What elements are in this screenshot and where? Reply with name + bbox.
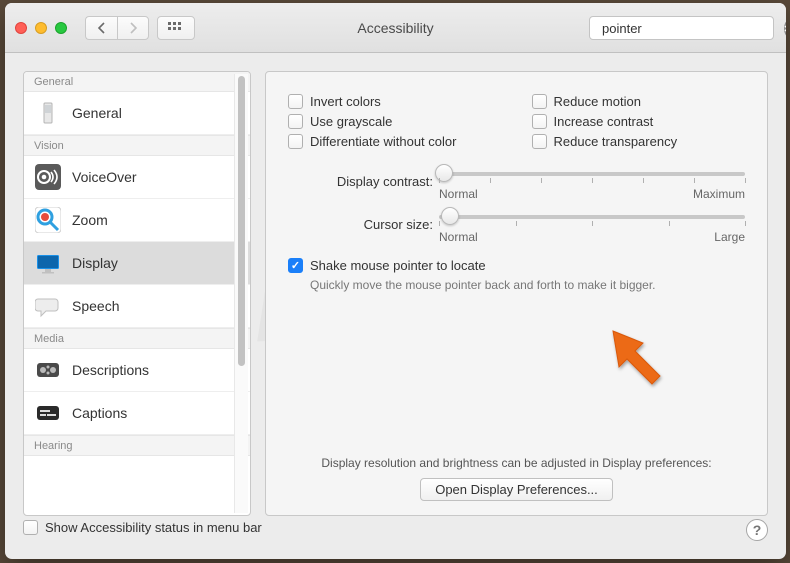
descriptions-icon — [34, 356, 62, 384]
prefs-window: Accessibility pcrisk.com General General… — [5, 3, 786, 559]
shake-pointer-desc: Quickly move the mouse pointer back and … — [310, 278, 745, 292]
close-button[interactable] — [15, 22, 27, 34]
reduce-transparency-row[interactable]: Reduce transparency — [532, 134, 746, 149]
maximize-button[interactable] — [55, 22, 67, 34]
sidebar: General General Vision VoiceOver Zoom Di… — [23, 71, 251, 516]
traffic-lights — [15, 22, 67, 34]
contrast-max-label: Maximum — [693, 187, 745, 201]
search-input[interactable] — [602, 21, 778, 36]
sidebar-item-label: General — [72, 105, 122, 121]
checkbox-label: Reduce transparency — [554, 134, 678, 149]
differentiate-row[interactable]: Differentiate without color — [288, 134, 502, 149]
checkbox-label: Show Accessibility status in menu bar — [45, 520, 262, 535]
close-icon — [784, 25, 786, 32]
cursor-slider-row: Cursor size: Normal Large — [288, 215, 745, 244]
checkbox-label: Differentiate without color — [310, 134, 456, 149]
main-panel: Invert colors Use grayscale Differentiat… — [265, 71, 768, 516]
window-title: Accessibility — [357, 20, 433, 36]
nav-buttons — [85, 16, 149, 40]
sidebar-item-label: VoiceOver — [72, 169, 137, 185]
sidebar-item-label: Captions — [72, 405, 127, 421]
checkbox-label: Shake mouse pointer to locate — [310, 258, 486, 273]
invert-colors-row[interactable]: Invert colors — [288, 94, 502, 109]
checkbox-label: Invert colors — [310, 94, 381, 109]
reduce-motion-checkbox[interactable] — [532, 94, 547, 109]
checkbox-label: Increase contrast — [554, 114, 654, 129]
zoom-icon — [34, 206, 62, 234]
increase-contrast-checkbox[interactable] — [532, 114, 547, 129]
display-prefs-hint: Display resolution and brightness can be… — [288, 456, 745, 470]
search-field[interactable] — [589, 16, 774, 40]
sidebar-group-general: General — [24, 72, 250, 92]
general-icon — [34, 99, 62, 127]
sidebar-item-general[interactable]: General — [24, 92, 250, 135]
sidebar-item-captions[interactable]: Captions — [24, 392, 250, 435]
grayscale-row[interactable]: Use grayscale — [288, 114, 502, 129]
contrast-min-label: Normal — [439, 187, 478, 201]
menubar-status-row[interactable]: Show Accessibility status in menu bar — [23, 520, 262, 535]
sidebar-item-label: Zoom — [72, 212, 108, 228]
window-body: pcrisk.com General General Vision VoiceO… — [5, 53, 786, 559]
voiceover-icon — [34, 163, 62, 191]
sidebar-item-display[interactable]: Display — [24, 242, 250, 285]
invert-colors-checkbox[interactable] — [288, 94, 303, 109]
sidebar-item-label: Display — [72, 255, 118, 271]
menubar-status-checkbox[interactable] — [23, 520, 38, 535]
clear-search-button[interactable] — [784, 21, 786, 36]
sidebar-group-vision: Vision — [24, 135, 250, 156]
sidebar-item-descriptions[interactable]: Descriptions — [24, 349, 250, 392]
cursor-min-label: Normal — [439, 230, 478, 244]
cursor-label: Cursor size: — [288, 215, 433, 232]
sidebar-item-speech[interactable]: Speech — [24, 285, 250, 328]
forward-button[interactable] — [117, 16, 149, 40]
sidebar-group-media: Media — [24, 328, 250, 349]
chevron-left-icon — [97, 22, 106, 34]
help-button[interactable]: ? — [746, 519, 768, 541]
differentiate-checkbox[interactable] — [288, 134, 303, 149]
reduce-transparency-checkbox[interactable] — [532, 134, 547, 149]
checkbox-label: Use grayscale — [310, 114, 392, 129]
checkbox-label: Reduce motion — [554, 94, 641, 109]
contrast-label: Display contrast: — [288, 172, 433, 189]
speech-icon — [34, 292, 62, 320]
sidebar-scrollbar[interactable] — [234, 74, 248, 513]
grid-icon — [168, 22, 184, 34]
show-all-button[interactable] — [157, 16, 195, 40]
increase-contrast-row[interactable]: Increase contrast — [532, 114, 746, 129]
titlebar: Accessibility — [5, 3, 786, 53]
minimize-button[interactable] — [35, 22, 47, 34]
contrast-slider[interactable] — [439, 172, 745, 176]
open-display-prefs-button[interactable]: Open Display Preferences... — [420, 478, 613, 501]
back-button[interactable] — [85, 16, 117, 40]
display-icon — [34, 249, 62, 277]
sidebar-item-label: Speech — [72, 298, 119, 314]
chevron-right-icon — [129, 22, 138, 34]
captions-icon — [34, 399, 62, 427]
footer: Show Accessibility status in menu bar ? — [23, 519, 768, 541]
sidebar-item-label: Descriptions — [72, 362, 149, 378]
reduce-motion-row[interactable]: Reduce motion — [532, 94, 746, 109]
shake-pointer-row[interactable]: ✓ Shake mouse pointer to locate — [288, 258, 745, 273]
shake-pointer-checkbox[interactable]: ✓ — [288, 258, 303, 273]
sidebar-item-voiceover[interactable]: VoiceOver — [24, 156, 250, 199]
contrast-slider-row: Display contrast: Normal Maximum — [288, 172, 745, 201]
sidebar-item-zoom[interactable]: Zoom — [24, 199, 250, 242]
cursor-max-label: Large — [714, 230, 745, 244]
sidebar-group-hearing: Hearing — [24, 435, 250, 456]
grayscale-checkbox[interactable] — [288, 114, 303, 129]
scrollbar-thumb[interactable] — [238, 76, 245, 366]
cursor-slider[interactable] — [439, 215, 745, 219]
